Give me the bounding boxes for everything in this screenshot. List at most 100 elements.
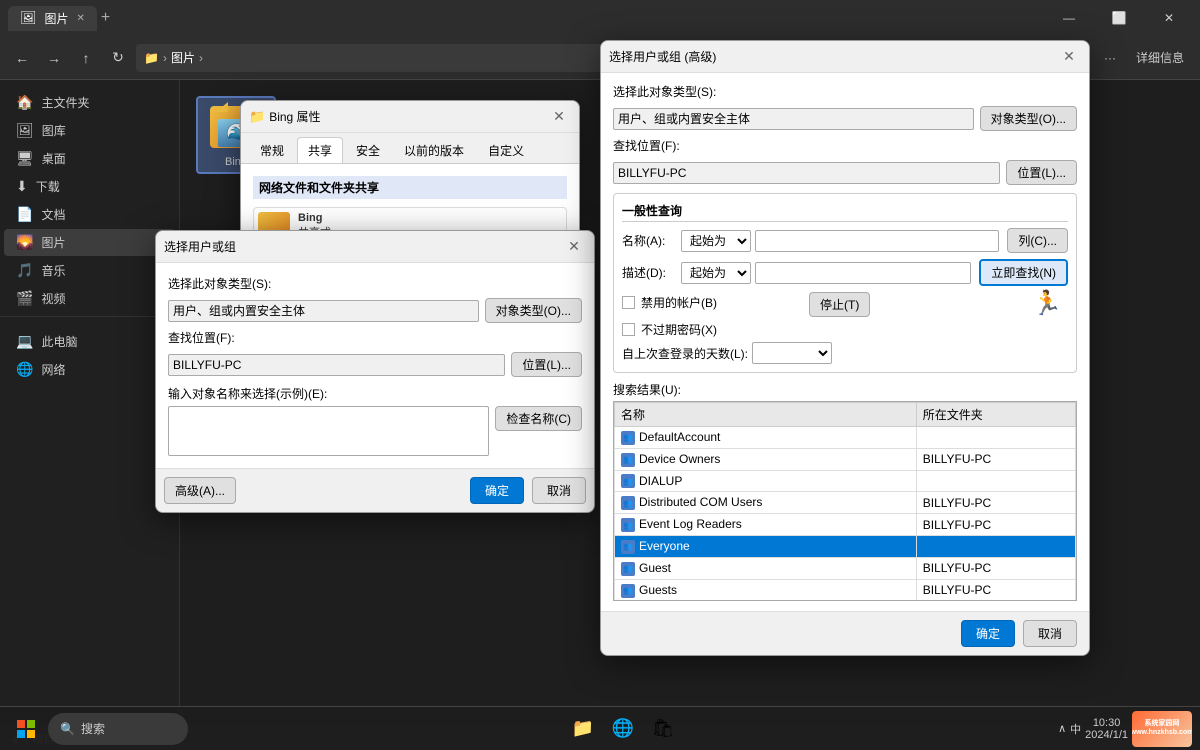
disabled-account-row: 禁用的帐户(B)	[622, 294, 717, 311]
close-button[interactable]: ✕	[1146, 0, 1192, 36]
sidebar-item-network[interactable]: 🌐 网络	[4, 356, 175, 383]
tab-sharing[interactable]: 共享	[297, 137, 343, 163]
enter-object-textarea[interactable]	[168, 406, 489, 456]
address-separator: ›	[163, 51, 167, 65]
sidebar-item-desktop[interactable]: 🖥 桌面	[4, 145, 175, 172]
table-row[interactable]: 👥Everyone	[615, 536, 1076, 558]
no-expire-row: 不过期密码(X)	[622, 321, 1068, 338]
results-title: 搜索结果(U):	[613, 381, 1077, 398]
days-select[interactable]	[752, 342, 832, 364]
location-input[interactable]	[168, 354, 505, 376]
tab-general[interactable]: 常规	[249, 137, 295, 163]
taskbar-clock[interactable]: 10:30 2024/1/1	[1085, 717, 1128, 741]
select-user-cancel-button[interactable]: 取消	[532, 477, 586, 504]
advanced-button[interactable]: 高级(A)...	[164, 477, 236, 504]
maximize-button[interactable]: ⬜	[1096, 0, 1142, 36]
bing-dialog-close-button[interactable]: ✕	[547, 105, 571, 129]
no-expire-checkbox[interactable]	[622, 323, 635, 336]
more-button[interactable]: ···	[1096, 47, 1124, 69]
select-user-close-button[interactable]: ✕	[562, 235, 586, 259]
sidebar-item-music[interactable]: 🎵 音乐	[4, 257, 175, 284]
search-bar[interactable]: 🔍 搜索	[48, 713, 188, 745]
table-row[interactable]: 👥Event Log ReadersBILLYFU-PC	[615, 514, 1076, 536]
table-row[interactable]: 👥DIALUP	[615, 470, 1076, 492]
result-name-cell: 👥Guests	[615, 579, 917, 601]
sharing-section-title: 网络文件和文件夹共享	[253, 176, 567, 199]
name-filter-input[interactable]	[755, 230, 999, 252]
select-user-title: 选择用户或组	[164, 238, 562, 255]
table-row[interactable]: 👥GuestsBILLYFU-PC	[615, 579, 1076, 601]
no-expire-label: 不过期密码(X)	[641, 321, 717, 338]
object-type-value-row: 对象类型(O)...	[168, 298, 582, 323]
tab-title: 图片	[45, 10, 69, 27]
result-name-cell: 👥Guest	[615, 557, 917, 579]
taskbar-app-explorer[interactable]: 📁	[565, 711, 601, 747]
minimize-button[interactable]: —	[1046, 0, 1092, 36]
system-tray-chevron[interactable]: ∧	[1058, 722, 1066, 735]
table-row[interactable]: 👥DefaultAccount	[615, 427, 1076, 449]
desc-filter-select[interactable]: 起始为	[681, 262, 751, 284]
adv-object-type-row: 选择此对象类型(S):	[613, 83, 1077, 100]
sidebar-item-videos[interactable]: 🎬 视频	[4, 285, 175, 312]
list-button[interactable]: 列(C)...	[1007, 228, 1068, 253]
sidebar-item-home[interactable]: 🏠 主文件夹	[4, 89, 175, 116]
desc-filter-input[interactable]	[755, 262, 971, 284]
advanced-ok-button[interactable]: 确定	[961, 620, 1015, 647]
refresh-button[interactable]: ↻	[104, 44, 132, 72]
check-names-button[interactable]: 检查名称(C)	[495, 406, 582, 431]
result-location-cell	[916, 470, 1075, 492]
advanced-dialog-footer: 确定 取消	[601, 611, 1089, 655]
table-row[interactable]: 👥Distributed COM UsersBILLYFU-PC	[615, 492, 1076, 514]
adv-location-input[interactable]	[613, 162, 1000, 184]
desc-label: 描述(D):	[622, 264, 677, 281]
stop-button[interactable]: 停止(T)	[809, 292, 870, 317]
bing-dialog-titlebar: 📁 Bing 属性 ✕	[241, 101, 579, 133]
gallery-icon: 🖼	[16, 122, 34, 139]
adv-object-type-input[interactable]	[613, 108, 974, 130]
details-button[interactable]: 详细信息	[1128, 45, 1192, 70]
tab-security[interactable]: 安全	[345, 137, 391, 163]
back-button[interactable]: ←	[8, 44, 36, 72]
adv-object-type-button[interactable]: 对象类型(O)...	[980, 106, 1077, 131]
adv-location-button[interactable]: 位置(L)...	[1006, 160, 1077, 185]
tab-custom[interactable]: 自定义	[477, 137, 535, 163]
tab-close-icon[interactable]: ✕	[77, 13, 85, 24]
advanced-dialog-close-button[interactable]: ✕	[1057, 45, 1081, 69]
sidebar-item-documents[interactable]: 📄 文档	[4, 201, 175, 228]
location-label-row: 查找位置(F):	[168, 329, 582, 346]
name-filter-select[interactable]: 起始为	[681, 230, 751, 252]
group-icon: 👥	[621, 496, 635, 510]
object-type-button[interactable]: 对象类型(O)...	[485, 298, 582, 323]
videos-icon: 🎬	[16, 290, 33, 307]
select-user-ok-button[interactable]: 确定	[470, 477, 524, 504]
sidebar-item-thispc[interactable]: 💻 此电脑	[4, 328, 175, 355]
explorer-tab[interactable]: 🖼 图片 ✕	[8, 6, 97, 31]
forward-button[interactable]: →	[40, 44, 68, 72]
search-placeholder: 搜索	[81, 720, 105, 737]
taskbar-system: ∧ 中 10:30 2024/1/1	[1058, 717, 1128, 741]
table-row[interactable]: 👥GuestBILLYFU-PC	[615, 557, 1076, 579]
group-icon: 👥	[621, 518, 635, 532]
result-name-cell: 👥Device Owners	[615, 448, 917, 470]
advanced-cancel-button[interactable]: 取消	[1023, 620, 1077, 647]
location-button[interactable]: 位置(L)...	[511, 352, 582, 377]
pictures-icon: 🌄	[16, 234, 33, 251]
sidebar-item-downloads[interactable]: ⬇ 下载	[4, 173, 175, 200]
adv-location-label-row: 查找位置(F):	[613, 137, 1077, 154]
up-button[interactable]: ↑	[72, 44, 100, 72]
taskbar-app-store[interactable]: 🛍	[645, 711, 681, 747]
sidebar-item-pictures[interactable]: 🌄 图片	[4, 229, 175, 256]
tab-previous[interactable]: 以前的版本	[393, 137, 475, 163]
taskbar-app-browser[interactable]: 🌐	[605, 711, 641, 747]
results-container[interactable]: 名称 所在文件夹 👥DefaultAccount👥Device OwnersBI…	[613, 401, 1077, 601]
table-row[interactable]: 👥Device OwnersBILLYFU-PC	[615, 448, 1076, 470]
object-type-row: 选择此对象类型(S):	[168, 275, 582, 292]
sidebar-item-gallery[interactable]: 🖼 图库	[4, 117, 175, 144]
results-table: 名称 所在文件夹 👥DefaultAccount👥Device OwnersBI…	[614, 402, 1076, 601]
system-lang: 中	[1070, 721, 1081, 737]
start-button[interactable]	[8, 711, 44, 747]
new-tab-button[interactable]: +	[101, 9, 110, 27]
result-name-cell: 👥DIALUP	[615, 470, 917, 492]
disabled-account-checkbox[interactable]	[622, 296, 635, 309]
object-type-input[interactable]	[168, 300, 479, 322]
